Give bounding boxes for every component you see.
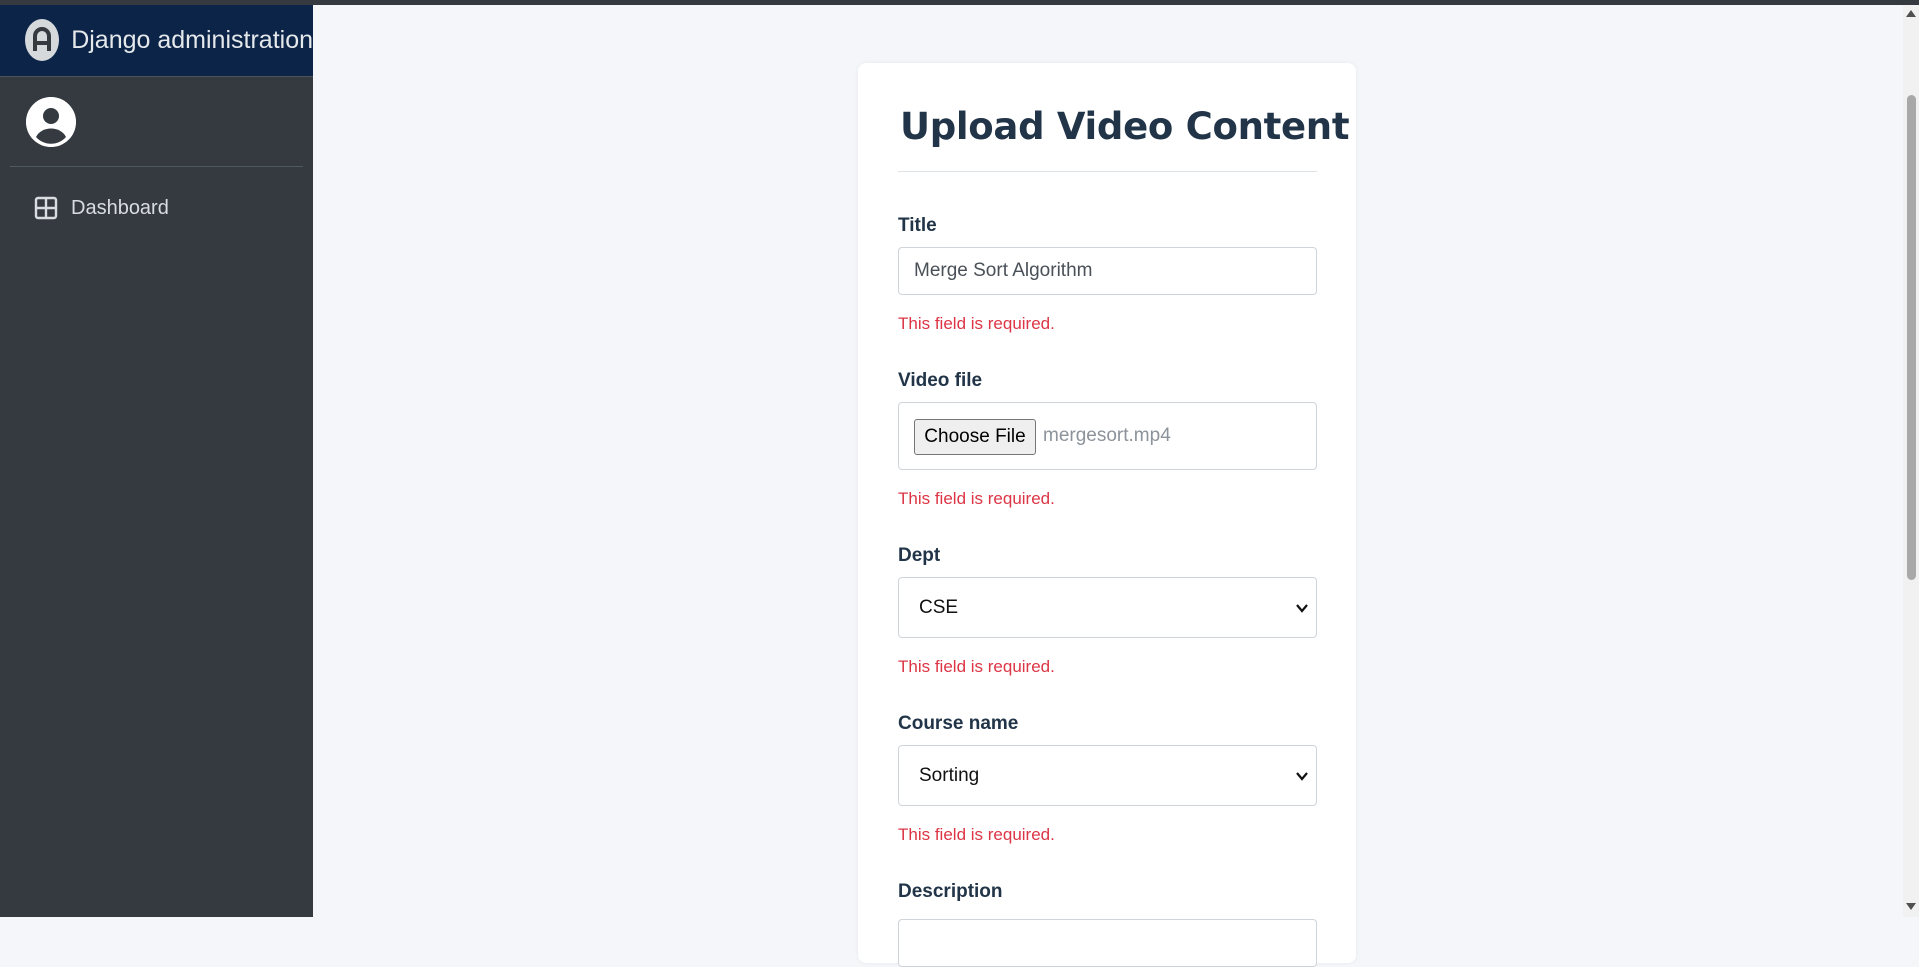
video-file-error: This field is required. bbox=[898, 489, 1055, 508]
user-circle-icon[interactable] bbox=[26, 97, 76, 147]
dashboard-grid-icon bbox=[34, 196, 58, 220]
page-scrollbar[interactable] bbox=[1903, 5, 1919, 917]
sidebar: Django administration Dashboard bbox=[0, 0, 313, 917]
title-label: Title bbox=[898, 215, 937, 236]
description-textarea[interactable] bbox=[898, 919, 1317, 967]
course-name-select[interactable]: Sorting bbox=[898, 745, 1317, 806]
selected-file-name: mergesort.mp4 bbox=[1043, 425, 1171, 446]
user-panel bbox=[10, 77, 303, 167]
video-file-field: Choose File mergesort.mp4 bbox=[898, 402, 1317, 470]
upload-form-card: Upload Video Content Title This field is… bbox=[858, 63, 1356, 967]
title-divider bbox=[898, 171, 1317, 172]
course-name-selected-value: Sorting bbox=[919, 765, 980, 786]
main-content: Upload Video Content Title This field is… bbox=[313, 5, 1903, 967]
scroll-up-arrow-icon[interactable] bbox=[1906, 9, 1916, 17]
chevron-down-icon bbox=[1296, 772, 1308, 781]
dept-error: This field is required. bbox=[898, 657, 1055, 676]
chevron-down-icon bbox=[1296, 604, 1308, 613]
title-error: This field is required. bbox=[898, 314, 1055, 333]
choose-file-button[interactable]: Choose File bbox=[914, 419, 1036, 455]
description-label: Description bbox=[898, 881, 1003, 902]
admin-logo-icon bbox=[25, 19, 60, 61]
dept-label: Dept bbox=[898, 545, 941, 566]
course-name-label: Course name bbox=[898, 713, 1019, 734]
scroll-down-arrow-icon[interactable] bbox=[1906, 903, 1916, 911]
video-file-label: Video file bbox=[898, 370, 983, 391]
sidebar-item-label: Dashboard bbox=[71, 196, 169, 219]
dept-selected-value: CSE bbox=[919, 597, 959, 618]
brand-title: Django administration bbox=[71, 25, 313, 54]
scrollbar-thumb[interactable] bbox=[1907, 95, 1916, 580]
title-input[interactable] bbox=[898, 247, 1317, 295]
course-name-error: This field is required. bbox=[898, 825, 1055, 844]
sidebar-item-dashboard[interactable]: Dashboard bbox=[10, 186, 303, 230]
window-top-strip bbox=[0, 0, 1919, 5]
page-title: Upload Video Content bbox=[900, 105, 1350, 148]
brand-link[interactable]: Django administration bbox=[0, 0, 313, 77]
dept-select[interactable]: CSE bbox=[898, 577, 1317, 638]
